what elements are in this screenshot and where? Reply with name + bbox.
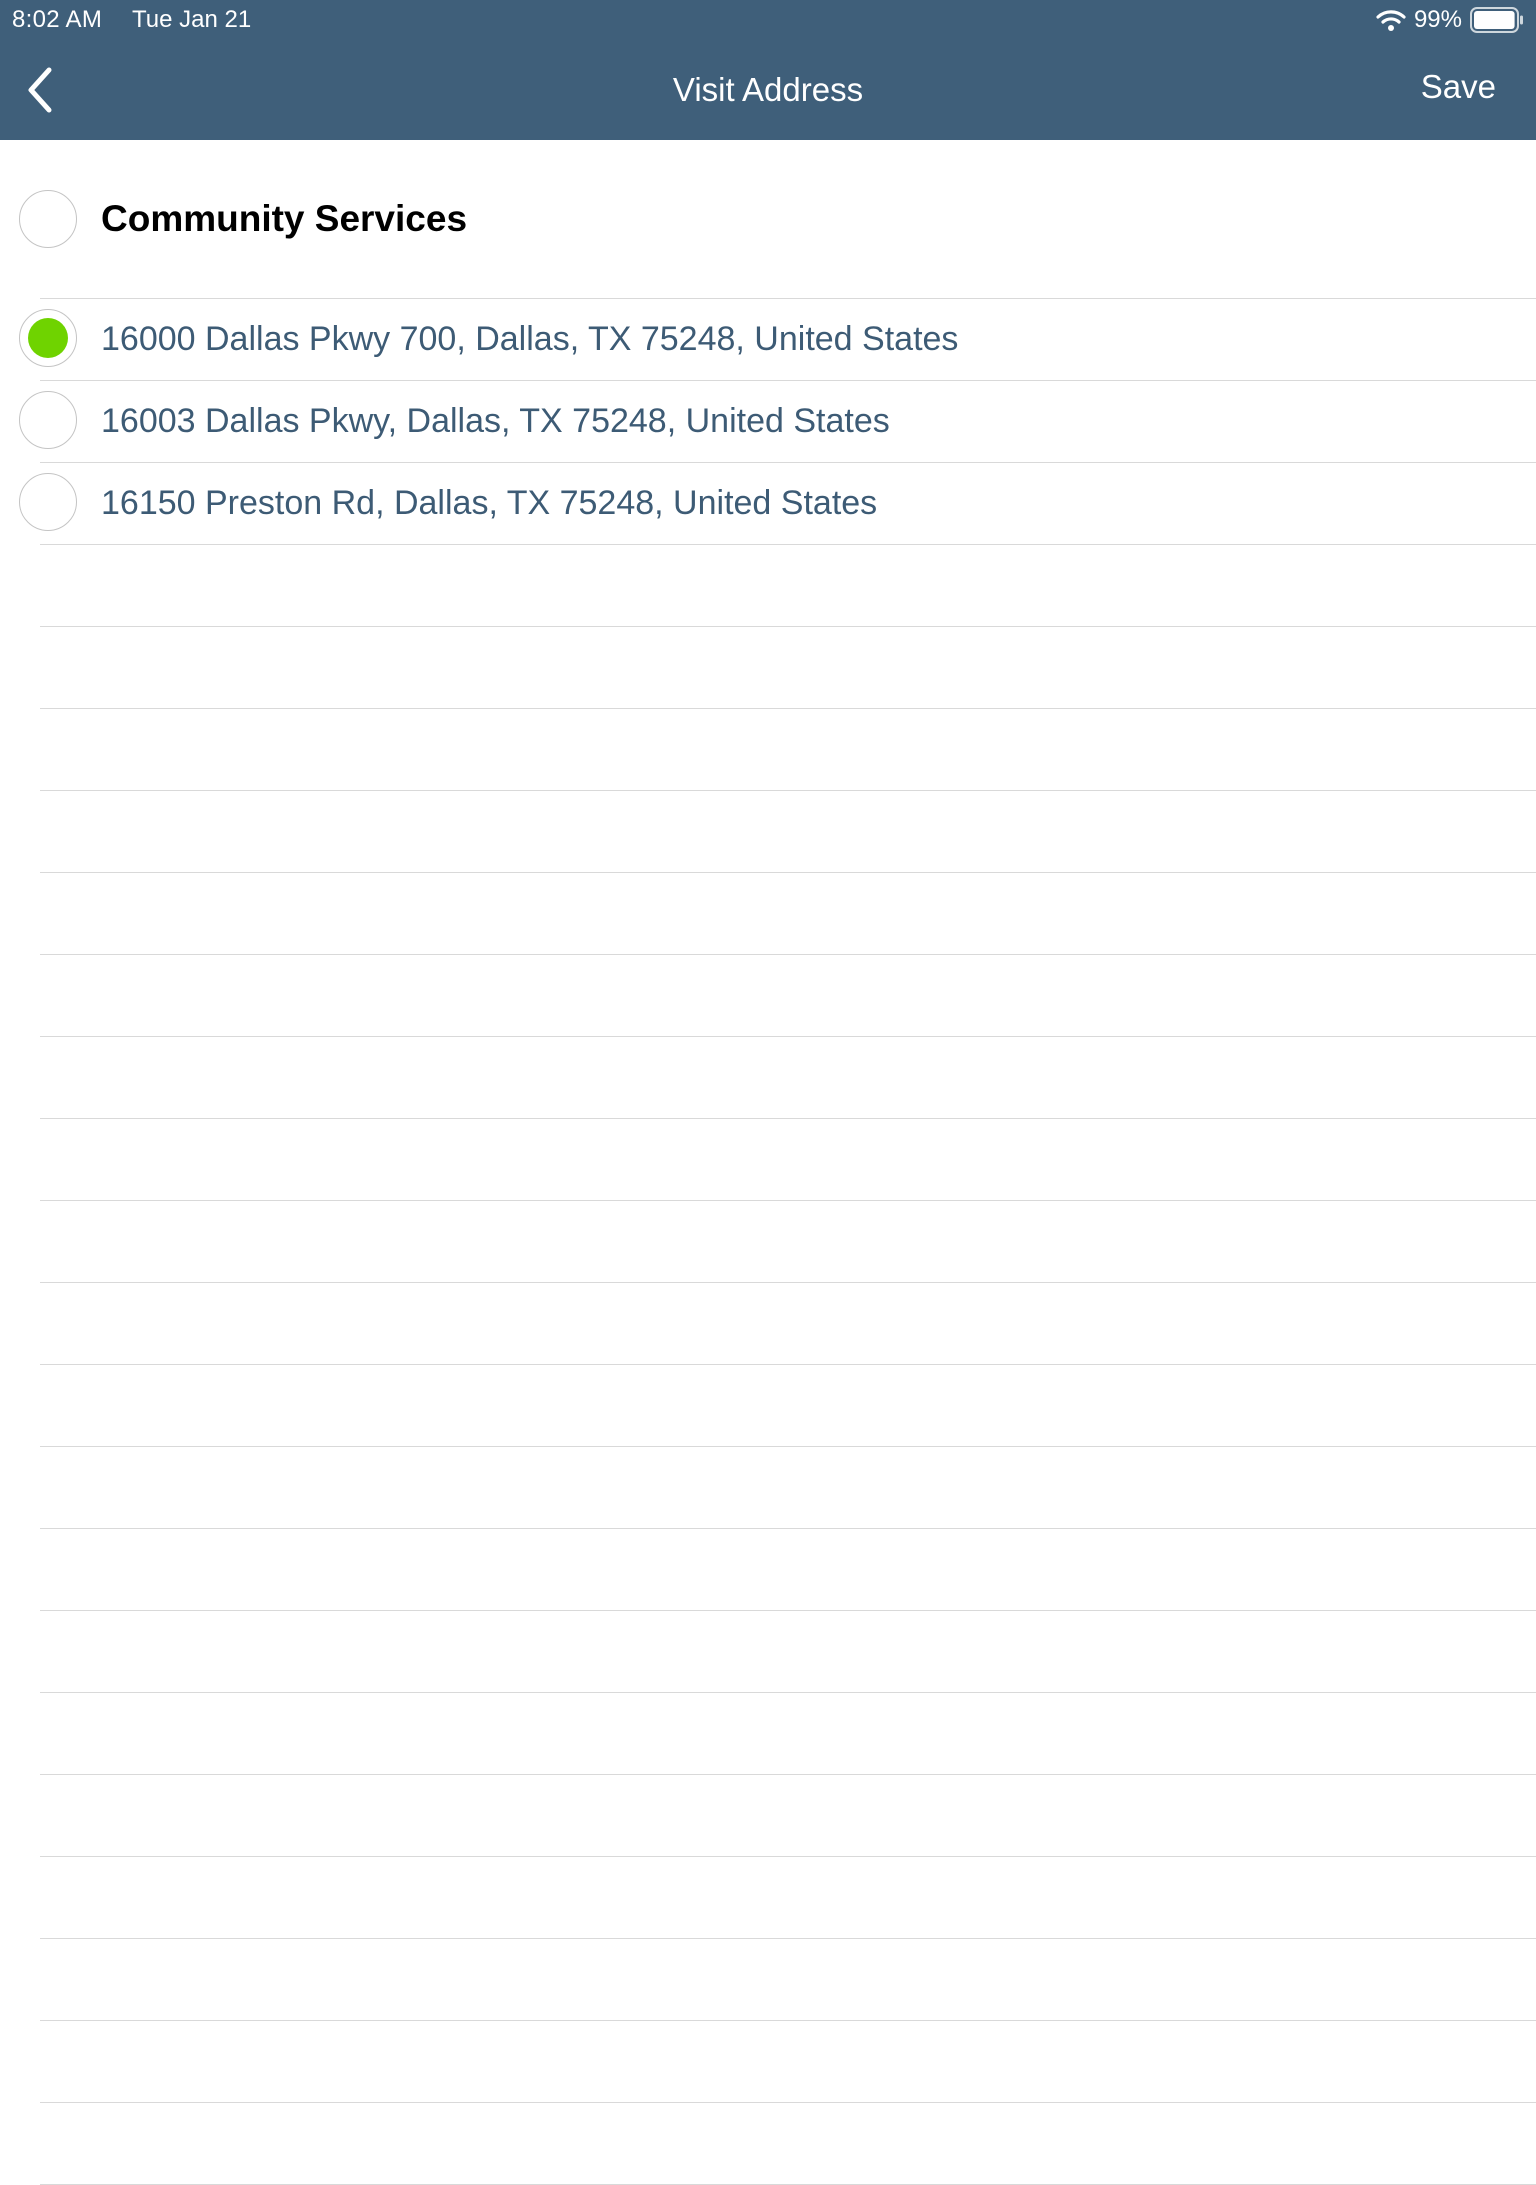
address-radio-button[interactable]: [19, 473, 77, 531]
empty-row: [40, 1201, 1536, 1283]
empty-row: [40, 627, 1536, 709]
empty-row: [40, 1693, 1536, 1775]
status-indicators: 99%: [1376, 4, 1524, 36]
empty-row: [40, 1037, 1536, 1119]
address-radio-button[interactable]: [19, 309, 77, 367]
address-label: 16003 Dallas Pkwy, Dallas, TX 75248, Uni…: [101, 402, 890, 440]
empty-row: [40, 545, 1536, 627]
group-label: Community Services: [101, 198, 468, 239]
empty-row: [40, 709, 1536, 791]
empty-row: [40, 1529, 1536, 1611]
empty-row: [40, 1365, 1536, 1447]
address-label: 16000 Dallas Pkwy 700, Dallas, TX 75248,…: [101, 320, 959, 358]
radio-dot: [28, 318, 68, 358]
save-button[interactable]: Save: [1421, 68, 1496, 106]
empty-row: [40, 1611, 1536, 1693]
group-radio-button[interactable]: [19, 190, 77, 248]
address-list: Community Services 16000 Dallas Pkwy 700…: [0, 140, 1536, 2185]
empty-row: [40, 2021, 1536, 2103]
empty-row: [40, 1939, 1536, 2021]
community-services-group[interactable]: Community Services: [19, 140, 1536, 299]
empty-row: [40, 1119, 1536, 1201]
status-time: 8:02 AM: [12, 6, 103, 33]
battery-icon: [1470, 7, 1523, 33]
empty-row: [40, 873, 1536, 955]
address-row[interactable]: 16000 Dallas Pkwy 700, Dallas, TX 75248,…: [19, 299, 1536, 381]
navigation-header: 8:02 AM Tue Jan 21 99% Visit Address Sav…: [0, 0, 1536, 140]
page-title: Visit Address: [672, 71, 864, 108]
status-date: Tue Jan 21: [132, 6, 252, 33]
empty-row: [40, 955, 1536, 1037]
empty-row: [40, 1857, 1536, 1939]
empty-row: [40, 1775, 1536, 1857]
empty-row: [40, 1447, 1536, 1529]
address-row[interactable]: 16003 Dallas Pkwy, Dallas, TX 75248, Uni…: [19, 381, 1536, 463]
empty-row: [40, 791, 1536, 873]
address-row[interactable]: 16150 Preston Rd, Dallas, TX 75248, Unit…: [19, 463, 1536, 545]
address-radio-button[interactable]: [19, 391, 77, 449]
wifi-icon: [1376, 10, 1406, 31]
address-label: 16150 Preston Rd, Dallas, TX 75248, Unit…: [101, 484, 878, 522]
battery-percentage: 99%: [1413, 6, 1462, 33]
empty-row: [40, 1283, 1536, 1365]
empty-row: [40, 2103, 1536, 2185]
